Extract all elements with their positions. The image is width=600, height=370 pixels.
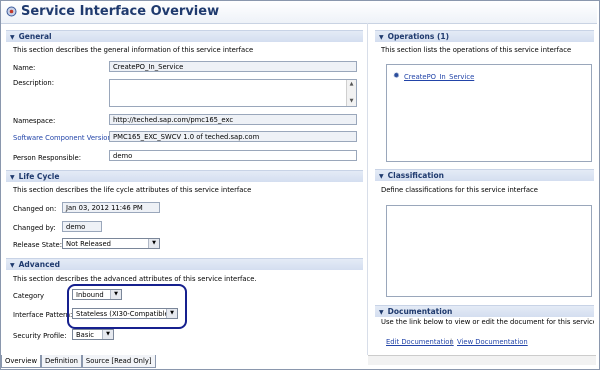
general-section-header[interactable]: ▼ General — [6, 30, 363, 42]
column-divider — [367, 23, 368, 355]
name-label: Name: — [13, 64, 36, 72]
changed-by-field[interactable]: demo — [62, 221, 102, 232]
person-responsible-label: Person Responsible: — [13, 154, 82, 162]
category-label: Category — [13, 292, 45, 300]
chevron-down-icon[interactable]: ▼ — [148, 239, 159, 248]
release-state-value: Not Released — [66, 240, 111, 248]
service-interface-icon — [6, 6, 17, 17]
operation-link[interactable]: CreatePO_In_Service — [404, 73, 474, 81]
tab-overview[interactable]: Overview — [1, 355, 41, 368]
description-textarea[interactable]: ▲ ▼ — [109, 79, 357, 107]
operations-description: This section lists the operations of thi… — [381, 46, 572, 54]
general-description: This section describes the general infor… — [13, 46, 254, 54]
release-state-select[interactable]: Not Released ▼ — [62, 238, 160, 249]
advanced-description: This section describes the advanced attr… — [13, 275, 257, 283]
name-field[interactable]: CreatePO_In_Service — [109, 61, 357, 72]
namespace-label: Namespace: — [13, 117, 56, 125]
security-profile-value: Basic — [76, 331, 94, 339]
lifecycle-section-header[interactable]: ▼ Life Cycle — [6, 170, 363, 182]
advanced-section-header[interactable]: ▼ Advanced — [6, 258, 363, 270]
tab-source[interactable]: Source [Read Only] — [81, 355, 156, 368]
triangle-down-icon: ▼ — [379, 34, 384, 41]
changed-by-label: Changed by: — [13, 224, 56, 232]
operations-section-header[interactable]: ▼ Operations (1) — [375, 30, 594, 42]
namespace-field[interactable]: http://teched.sap.com/pmc165_exc — [109, 114, 357, 125]
documentation-description: Use the link below to view or edit the d… — [381, 318, 594, 326]
interface-pattern-label: Interface Pattern: — [13, 311, 73, 319]
highlight-ellipse — [67, 284, 187, 329]
changed-on-field[interactable]: Jan 03, 2012 11:46 PM — [62, 202, 160, 213]
triangle-down-icon: ▼ — [379, 173, 384, 180]
classification-description: Define classifications for this service … — [381, 186, 538, 194]
title-bar: Service Interface Overview — [1, 1, 597, 24]
documentation-heading: Documentation — [387, 307, 453, 316]
tab-definition[interactable]: Definition — [41, 355, 82, 368]
triangle-down-icon: ▼ — [10, 174, 15, 181]
description-label: Description: — [13, 79, 55, 87]
gear-icon: ✹ — [393, 71, 400, 80]
scroll-up-icon[interactable]: ▲ — [347, 80, 356, 89]
operations-heading: Operations (1) — [387, 32, 450, 41]
page-title: Service Interface Overview — [21, 4, 220, 19]
classification-section-header[interactable]: ▼ Classification — [375, 169, 594, 181]
security-profile-label: Security Profile: — [13, 332, 67, 340]
horizontal-scrollbar[interactable] — [368, 355, 596, 365]
triangle-down-icon: ▼ — [10, 34, 15, 41]
edit-documentation-link[interactable]: Edit Documentation — [386, 338, 454, 346]
classification-heading: Classification — [387, 171, 444, 180]
view-documentation-link[interactable]: View Documentation — [457, 338, 528, 346]
security-profile-select[interactable]: Basic ▼ — [72, 329, 114, 340]
triangle-down-icon: ▼ — [379, 309, 384, 316]
classification-box — [386, 205, 592, 297]
lifecycle-description: This section describes the life cycle at… — [13, 186, 252, 194]
swcv-label[interactable]: Software Component Version: — [13, 134, 114, 142]
advanced-heading: Advanced — [18, 260, 60, 269]
changed-on-label: Changed on: — [13, 205, 57, 213]
release-state-label: Release State: — [13, 241, 62, 249]
scroll-down-icon[interactable]: ▼ — [347, 97, 356, 106]
description-scrollbar[interactable]: ▲ ▼ — [346, 80, 356, 106]
editor-tabs: Overview Definition Source [Read Only] — [1, 355, 156, 368]
general-heading: General — [18, 32, 52, 41]
swcv-field[interactable]: PMC165_EXC_SWCV 1.0 of teched.sap.com — [109, 131, 357, 142]
chevron-down-icon[interactable]: ▼ — [102, 330, 113, 339]
triangle-down-icon: ▼ — [10, 262, 15, 269]
person-responsible-field[interactable]: demo — [109, 150, 357, 161]
documentation-section-header[interactable]: ▼ Documentation — [375, 305, 594, 317]
link-separator: | — [450, 338, 453, 346]
lifecycle-heading: Life Cycle — [18, 172, 60, 181]
